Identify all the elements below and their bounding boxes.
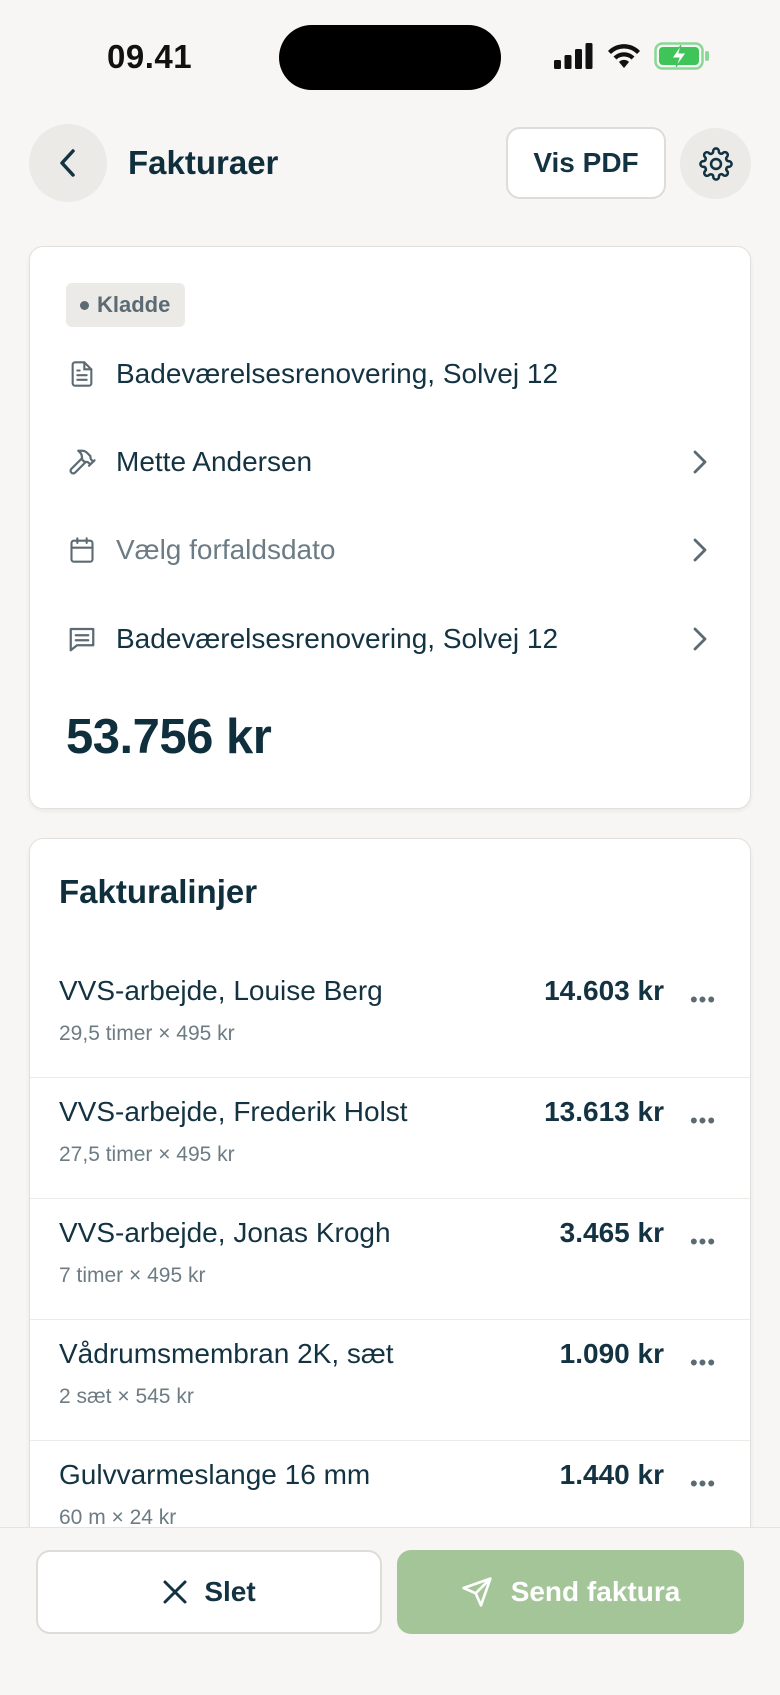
- close-icon: [163, 1580, 187, 1604]
- bottom-action-bar: Slet Send faktura: [0, 1527, 780, 1695]
- invoice-lines-card: Fakturalinjer VVS-arbejde, Louise Berg 2…: [29, 838, 751, 1638]
- line-amount: 3.465 kr: [559, 1217, 664, 1248]
- status-icons: [554, 42, 710, 70]
- more-options-icon[interactable]: •••: [686, 1225, 720, 1259]
- line-amount: 14.603 kr: [544, 975, 664, 1006]
- invoice-info-card: Kladde Badeværelsesrenovering, Solvej 12…: [29, 246, 751, 809]
- due-date-row[interactable]: Vælg forfaldsdato: [66, 520, 714, 580]
- customer-name: Mette Andersen: [116, 446, 313, 477]
- invoice-lines-title: Fakturalinjer: [59, 873, 258, 910]
- line-name: VVS-arbejde, Frederik Holst: [59, 1096, 408, 1127]
- more-options-icon[interactable]: •••: [686, 1467, 720, 1501]
- app-header: Fakturaer Vis PDF: [29, 124, 751, 202]
- message-text-icon: [66, 623, 98, 655]
- status-bar: 09.41: [0, 0, 780, 110]
- line-name: VVS-arbejde, Louise Berg: [59, 975, 383, 1006]
- due-date-placeholder: Vælg forfaldsdato: [116, 534, 336, 565]
- back-button[interactable]: [29, 124, 107, 202]
- status-badge: Kladde: [66, 283, 186, 327]
- delete-button-label: Slet: [204, 1576, 256, 1607]
- invoice-line[interactable]: VVS-arbejde, Frederik Holst 27,5 timer ×…: [30, 1078, 750, 1199]
- description-text: Badeværelsesrenovering, Solvej 12: [116, 623, 559, 654]
- line-detail: 2 sæt × 545 kr: [59, 1385, 194, 1408]
- line-detail: 7 timer × 495 kr: [59, 1264, 206, 1287]
- more-options-icon[interactable]: •••: [686, 983, 720, 1017]
- settings-button[interactable]: [680, 128, 751, 199]
- chevron-right-icon: [686, 536, 714, 564]
- invoice-total: 53.756 kr: [66, 710, 272, 764]
- dynamic-island: [279, 25, 501, 90]
- description-row[interactable]: Badeværelsesrenovering, Solvej 12: [66, 609, 714, 669]
- status-badge-label: Kladde: [97, 292, 171, 317]
- chevron-right-icon: [686, 448, 714, 476]
- document-icon: [66, 358, 98, 390]
- wifi-icon: [608, 44, 640, 68]
- page-title: Fakturaer: [128, 144, 279, 181]
- send-invoice-label: Send faktura: [510, 1576, 681, 1607]
- hammer-icon: [66, 446, 98, 478]
- line-name: Vådrumsmembran 2K, sæt: [59, 1338, 394, 1369]
- send-invoice-button[interactable]: Send faktura: [397, 1550, 744, 1634]
- more-options-icon[interactable]: •••: [686, 1104, 720, 1138]
- view-pdf-button[interactable]: Vis PDF: [506, 127, 666, 199]
- invoice-line[interactable]: Vådrumsmembran 2K, sæt 2 sæt × 545 kr 1.…: [30, 1320, 750, 1441]
- more-options-icon[interactable]: •••: [686, 1346, 720, 1380]
- status-dot: [80, 300, 89, 310]
- line-name: Gulvvarmeslange 16 mm: [59, 1459, 371, 1490]
- invoice-line[interactable]: VVS-arbejde, Jonas Krogh 7 timer × 495 k…: [30, 1199, 750, 1320]
- gear-icon: [698, 146, 733, 181]
- chevron-left-icon: [60, 149, 75, 177]
- line-amount: 1.440 kr: [559, 1459, 664, 1490]
- invoice-line[interactable]: VVS-arbejde, Louise Berg 29,5 timer × 49…: [30, 957, 750, 1078]
- customer-row[interactable]: Mette Andersen: [66, 432, 714, 492]
- calendar-icon: [66, 534, 98, 566]
- line-detail: 29,5 timer × 495 kr: [59, 1022, 235, 1045]
- project-name: Badeværelsesrenovering, Solvej 12: [116, 358, 559, 389]
- delete-button[interactable]: Slet: [36, 1550, 382, 1634]
- line-name: VVS-arbejde, Jonas Krogh: [59, 1217, 391, 1248]
- line-amount: 1.090 kr: [559, 1338, 664, 1369]
- send-icon: [462, 1577, 492, 1607]
- line-detail: 27,5 timer × 495 kr: [59, 1143, 235, 1166]
- cellular-signal-icon: [554, 43, 593, 69]
- chevron-right-icon: [686, 625, 714, 653]
- battery-charging-icon: [654, 42, 709, 70]
- line-amount: 13.613 kr: [544, 1096, 664, 1127]
- project-row: Badeværelsesrenovering, Solvej 12: [66, 344, 714, 404]
- status-time: 09.41: [107, 38, 193, 75]
